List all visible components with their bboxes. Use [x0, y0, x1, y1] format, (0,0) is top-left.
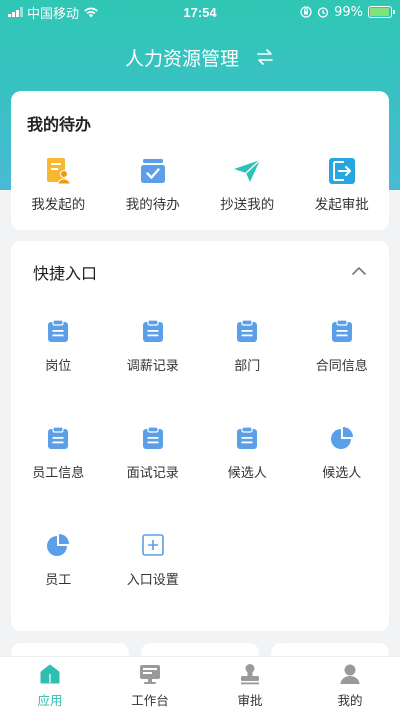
quick-label: 入口设置	[126, 573, 179, 588]
clipboard-icon	[237, 319, 258, 342]
tab-apps[interactable]: 应用	[0, 657, 100, 711]
status-bar: 中国移动 17:54 99%	[0, 0, 400, 24]
clock: 17:54	[183, 4, 217, 20]
tab-label: 工作台	[131, 693, 169, 708]
quick-label: 面试记录	[126, 466, 179, 481]
tab-me[interactable]: 我的	[300, 657, 400, 711]
clipboard-icon	[48, 319, 69, 342]
quick-item-employee[interactable]: 员工	[11, 533, 106, 640]
quick-label: 合同信息	[315, 359, 368, 374]
quick-label: 岗位	[45, 359, 72, 374]
rotation-lock-icon	[300, 6, 312, 18]
pie-chart-icon	[47, 534, 70, 556]
quick-item-interview[interactable]: 面试记录	[106, 426, 201, 533]
battery-icon	[368, 6, 395, 18]
quick-label: 员工	[45, 573, 72, 588]
inbox-check-icon	[140, 159, 165, 183]
status-left: 中国移动	[8, 3, 148, 22]
todo-item-cc[interactable]: 抄送我的	[200, 157, 295, 213]
clipboard-icon	[142, 319, 163, 342]
todo-item-start-approval[interactable]: 发起审批	[295, 157, 390, 213]
stamp-icon	[241, 664, 259, 685]
add-square-icon	[141, 534, 164, 556]
nav-bar: 人力资源管理	[0, 42, 400, 72]
todo-label-mine: 我的待办	[125, 197, 180, 213]
quick-item-entry-settings[interactable]: 入口设置	[106, 533, 201, 640]
clipboard-icon	[331, 319, 352, 342]
todo-label-start-approval: 发起审批	[314, 197, 369, 213]
todo-row: 我发起的 我的待办 抄送我的 发起审批	[11, 157, 389, 213]
todo-item-initiated[interactable]: 我发起的	[11, 157, 106, 213]
clipboard-icon	[48, 426, 69, 449]
quick-item-contract[interactable]: 合同信息	[295, 319, 390, 426]
home-icon	[40, 664, 60, 684]
quick-item-candidate[interactable]: 候选人	[200, 426, 295, 533]
wifi-icon	[84, 7, 98, 18]
alarm-icon	[317, 7, 329, 18]
clipboard-icon	[237, 426, 258, 449]
carrier-label: 中国移动	[27, 6, 80, 22]
status-right: 99%	[252, 4, 395, 20]
quick-entry-card: 快捷入口 岗位 调薪记录 部门 合同信息 员工信息 面试记录 候选人 候选人 员…	[11, 241, 389, 631]
quick-row: 员工 入口设置	[11, 533, 389, 640]
quick-item-candidate-chart[interactable]: 候选人	[295, 426, 390, 533]
battery-percent: 99%	[334, 4, 363, 20]
todo-card-title: 我的待办	[27, 115, 92, 134]
initiated-doc-icon	[47, 158, 71, 185]
tab-label: 审批	[237, 693, 263, 708]
todo-item-mine[interactable]: 我的待办	[106, 157, 201, 213]
quick-label: 候选人	[322, 466, 362, 481]
quick-label: 员工信息	[32, 466, 85, 481]
bottom-tab-bar: 应用 工作台 审批 我的	[0, 656, 400, 711]
switch-icon[interactable]	[255, 47, 275, 67]
monitor-icon	[140, 665, 160, 684]
paper-plane-icon	[234, 159, 261, 182]
quick-item-department[interactable]: 部门	[200, 319, 295, 426]
quick-label: 部门	[234, 359, 261, 374]
chevron-up-icon[interactable]	[351, 263, 367, 279]
pie-chart-icon	[330, 427, 353, 449]
tab-approval[interactable]: 审批	[200, 657, 300, 711]
quick-item-salary-records[interactable]: 调薪记录	[106, 319, 201, 426]
quick-row: 员工信息 面试记录 候选人 候选人	[11, 426, 389, 533]
todo-label-cc: 抄送我的	[220, 197, 275, 213]
quick-label: 候选人	[227, 466, 267, 481]
quick-item-employee-info[interactable]: 员工信息	[11, 426, 106, 533]
quick-entry-grid: 岗位 调薪记录 部门 合同信息 员工信息 面试记录 候选人 候选人 员工 入口设…	[11, 319, 389, 640]
quick-item-position[interactable]: 岗位	[11, 319, 106, 426]
clipboard-icon	[142, 426, 163, 449]
tab-label: 应用	[37, 693, 63, 708]
quick-entry-title: 快捷入口	[33, 264, 98, 283]
user-icon	[340, 664, 360, 684]
quick-row: 岗位 调薪记录 部门 合同信息	[11, 319, 389, 426]
todo-card: 我的待办 我发起的 我的待办 抄送我的 发起审批	[11, 91, 389, 230]
tab-label: 我的	[337, 693, 363, 708]
exit-arrow-icon	[328, 158, 355, 184]
page-title: 人力资源管理	[124, 47, 239, 70]
todo-label-initiated: 我发起的	[31, 197, 86, 213]
signal-icon	[8, 7, 23, 17]
tab-workbench[interactable]: 工作台	[100, 657, 200, 711]
quick-label: 调薪记录	[126, 359, 179, 374]
